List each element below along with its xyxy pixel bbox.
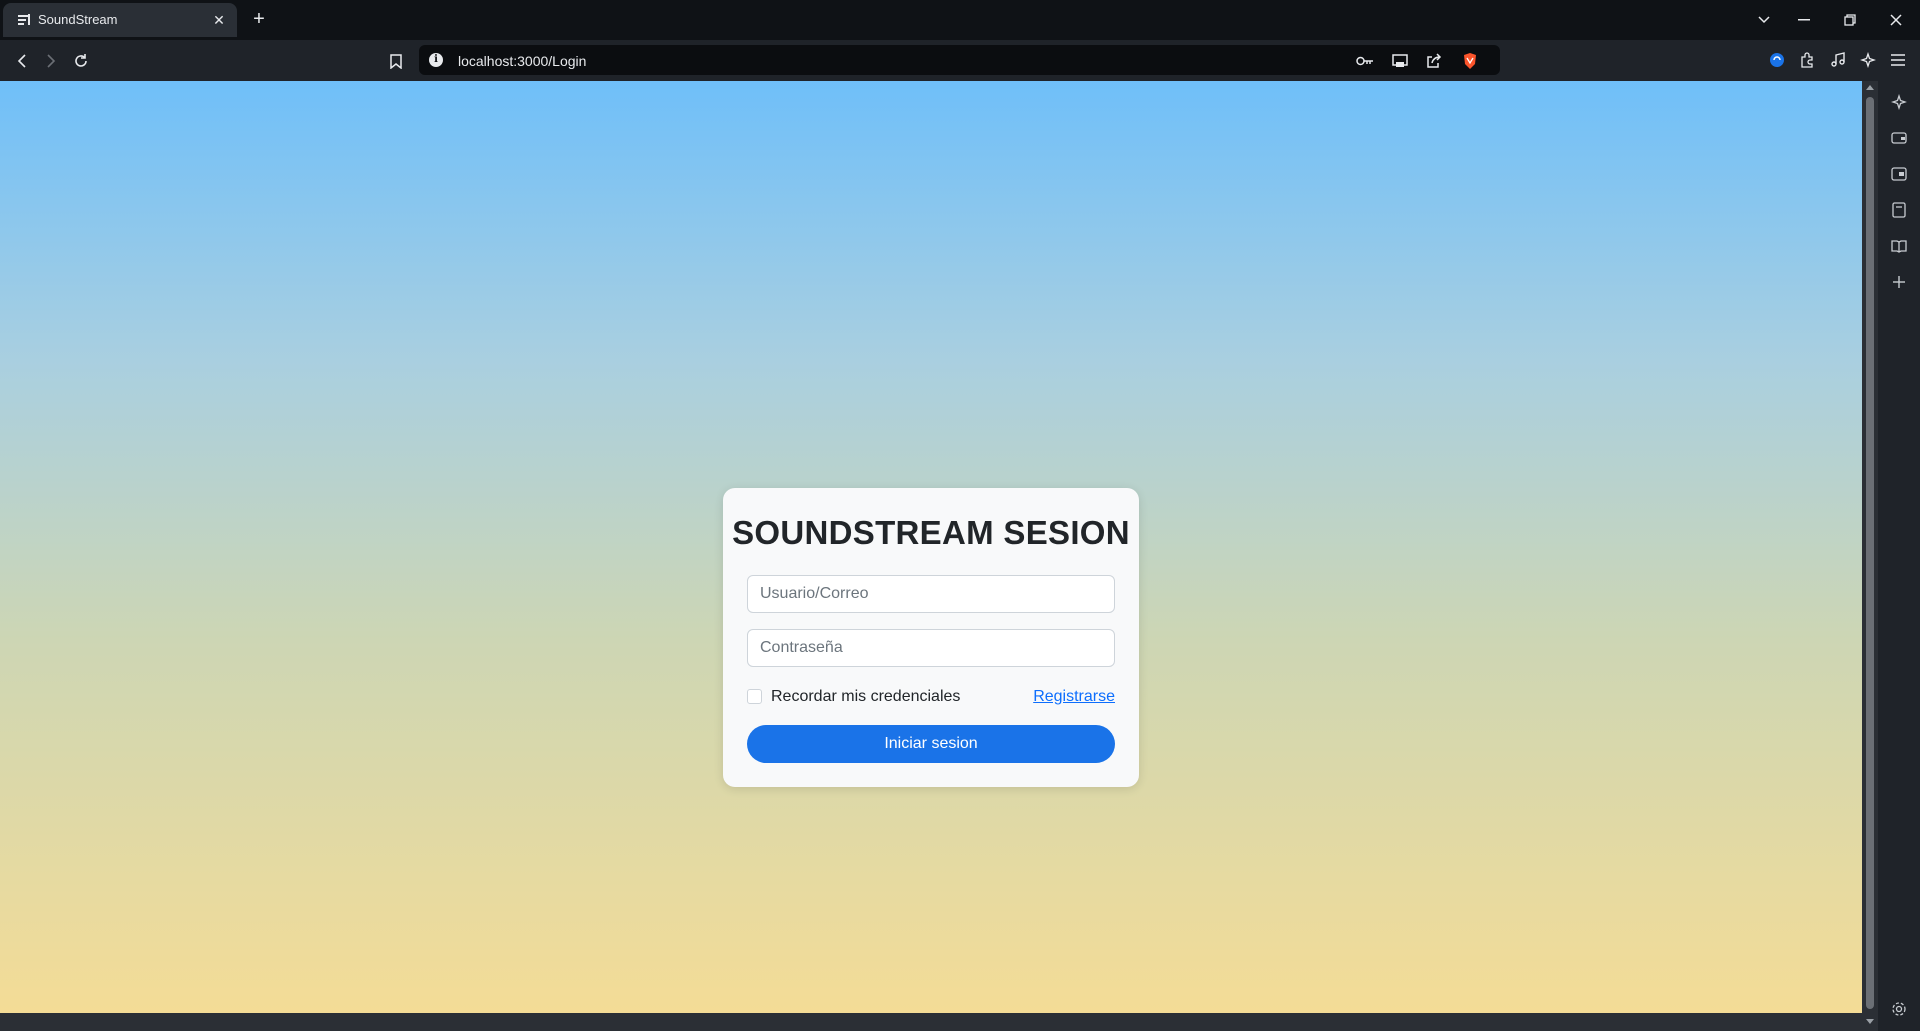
vpn-icon[interactable] xyxy=(1767,50,1787,70)
cast-icon[interactable] xyxy=(1390,51,1410,71)
extensions-icon[interactable] xyxy=(1797,50,1817,70)
remember-label[interactable]: Recordar mis credenciales xyxy=(771,688,960,706)
register-link[interactable]: Registrarse xyxy=(1033,688,1115,706)
soundstream-favicon-icon xyxy=(18,14,30,25)
tab-close-icon[interactable]: ✕ xyxy=(209,10,229,30)
tab-strip: SoundStream ✕ + xyxy=(0,0,1920,40)
tab-search-icon[interactable] xyxy=(1742,0,1786,40)
reading-list-icon[interactable] xyxy=(1889,164,1909,184)
close-window-icon[interactable] xyxy=(1874,0,1918,40)
login-button[interactable]: Iniciar sesion xyxy=(747,725,1115,763)
menu-icon[interactable] xyxy=(1888,50,1908,70)
bottom-scroll-area xyxy=(0,1013,1862,1031)
page-background: SOUNDSTREAM SESION Recordar mis credenci… xyxy=(0,81,1862,1013)
restore-icon[interactable] xyxy=(1828,0,1872,40)
url-text[interactable]: localhost:3000/Login xyxy=(458,53,586,69)
password-key-icon[interactable] xyxy=(1355,51,1375,71)
side-panel xyxy=(1878,81,1920,1031)
tab-soundstream[interactable]: SoundStream ✕ xyxy=(3,3,237,37)
bookmarks-icon[interactable] xyxy=(1889,200,1909,220)
login-card: SOUNDSTREAM SESION Recordar mis credenci… xyxy=(723,488,1139,787)
site-info-icon[interactable]: i xyxy=(429,53,443,67)
media-icon[interactable] xyxy=(1828,50,1848,70)
forward-icon[interactable] xyxy=(38,48,64,74)
tab-title: SoundStream xyxy=(38,12,118,27)
vertical-scrollbar[interactable] xyxy=(1862,81,1878,1031)
remember-checkbox[interactable] xyxy=(747,689,762,704)
scroll-up-icon[interactable] xyxy=(1866,85,1874,90)
page-title: SOUNDSTREAM SESION xyxy=(732,514,1130,551)
brave-shields-icon[interactable] xyxy=(1460,51,1480,71)
leo-icon[interactable] xyxy=(1889,92,1909,112)
scroll-thumb[interactable] xyxy=(1866,97,1874,1009)
new-tab-icon[interactable]: + xyxy=(247,7,271,31)
reload-icon[interactable] xyxy=(68,48,94,74)
remember-row: Recordar mis credenciales Registrarse xyxy=(747,686,1115,708)
back-icon[interactable] xyxy=(9,48,35,74)
history-icon[interactable] xyxy=(1889,236,1909,256)
address-bar[interactable]: i localhost:3000/Login xyxy=(419,45,1500,75)
wallet-icon[interactable] xyxy=(1889,128,1909,148)
scroll-down-icon[interactable] xyxy=(1866,1019,1874,1024)
password-input[interactable] xyxy=(747,629,1115,667)
share-icon[interactable] xyxy=(1424,51,1444,71)
add-panel-icon[interactable] xyxy=(1889,272,1909,292)
leo-ai-icon[interactable] xyxy=(1858,50,1878,70)
settings-icon[interactable] xyxy=(1889,999,1909,1019)
bookmark-icon[interactable] xyxy=(383,48,409,74)
minimize-icon[interactable] xyxy=(1782,0,1826,40)
username-input[interactable] xyxy=(747,575,1115,613)
